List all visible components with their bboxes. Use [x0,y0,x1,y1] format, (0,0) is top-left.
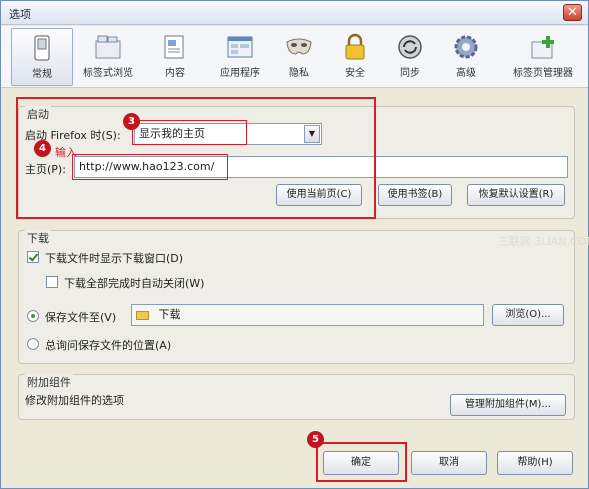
annotation-select-box [132,120,247,145]
close-button[interactable]: ✕ [563,4,582,21]
annotation-ok-box [316,442,407,482]
annotation-homepage-box [72,154,228,180]
cancel-button[interactable]: 取消 [411,451,487,475]
tab-applications-label: 应用程序 [220,68,260,79]
addons-description: 修改附加组件的选项 [25,394,124,407]
window-title: 选项 [9,8,31,21]
close-when-done-label: 下载全部完成时自动关闭(W) [64,277,205,290]
help-button[interactable]: 帮助(H) [497,451,573,475]
tab-advanced-label: 高级 [456,68,476,79]
save-to-radio[interactable] [27,310,39,322]
gear-icon [451,32,481,62]
addons-group-title: 附加组件 [25,374,73,390]
close-when-done-checkbox[interactable] [46,276,58,288]
tab-applications[interactable]: 应用程序 [209,28,271,86]
tab-tab-manager-label: 标签页管理器 [513,68,573,79]
save-to-label: 保存文件至(V) [45,311,117,324]
tab-tabs-label: 标签式浏览 [83,68,133,79]
use-bookmark-button[interactable]: 使用书签(B) [378,184,452,206]
options-window: 选项 ✕ 常规 标签式浏览 内容 应用程序 隐私 安全 同步 高级 标签页管理器… [0,0,589,489]
tab-privacy[interactable]: 隐私 [268,28,330,86]
options-toolbar: 常规 标签式浏览 内容 应用程序 隐私 安全 同步 高级 标签页管理器 [1,26,588,88]
manage-addons-button[interactable]: 管理附加组件(M)... [450,394,566,416]
close-icon: ✕ [567,5,578,20]
tab-sync[interactable]: 同步 [379,28,441,86]
tab-tab-manager[interactable]: 标签页管理器 [505,28,581,86]
mask-icon [284,32,314,62]
folder-icon [136,310,149,320]
tabs-icon [93,32,123,62]
sync-icon [395,32,425,62]
applications-icon [225,32,255,62]
annotation-badge-4: 4 [34,140,51,157]
tab-security[interactable]: 安全 [324,28,386,86]
tab-privacy-label: 隐私 [289,68,309,79]
tab-content-label: 内容 [165,68,185,79]
tab-security-label: 安全 [345,68,365,79]
restore-default-button[interactable]: 恢复默认设置(R) [467,184,565,206]
content-icon [160,32,190,62]
annotation-input-hint: 输入 [55,146,77,159]
watermark-text: 三联网 3LIAN.COM [498,235,589,248]
annotation-badge-3: 3 [123,113,140,130]
tab-general[interactable]: 常规 [11,28,73,86]
switch-icon [27,33,57,63]
tab-advanced[interactable]: 高级 [435,28,497,86]
title-bar[interactable]: 选项 ✕ [1,1,588,25]
browse-button[interactable]: 浏览(O)... [492,304,564,326]
show-download-window-label: 下载文件时显示下载窗口(D) [45,252,184,265]
show-download-window-checkbox[interactable] [27,251,39,263]
downloads-group-title: 下载 [25,230,51,246]
save-to-folder-field[interactable]: 下载 [131,304,484,326]
add-tab-icon [528,32,558,62]
always-ask-radio[interactable] [27,338,39,350]
save-to-folder-value: 下载 [158,308,181,321]
tab-tabs[interactable]: 标签式浏览 [77,28,139,86]
tab-content[interactable]: 内容 [144,28,206,86]
lock-icon [340,32,370,62]
always-ask-label: 总询问保存文件的位置(A) [45,339,172,352]
tab-sync-label: 同步 [400,68,420,79]
annotation-badge-5: 5 [307,431,324,448]
tab-general-label: 常规 [32,69,52,80]
